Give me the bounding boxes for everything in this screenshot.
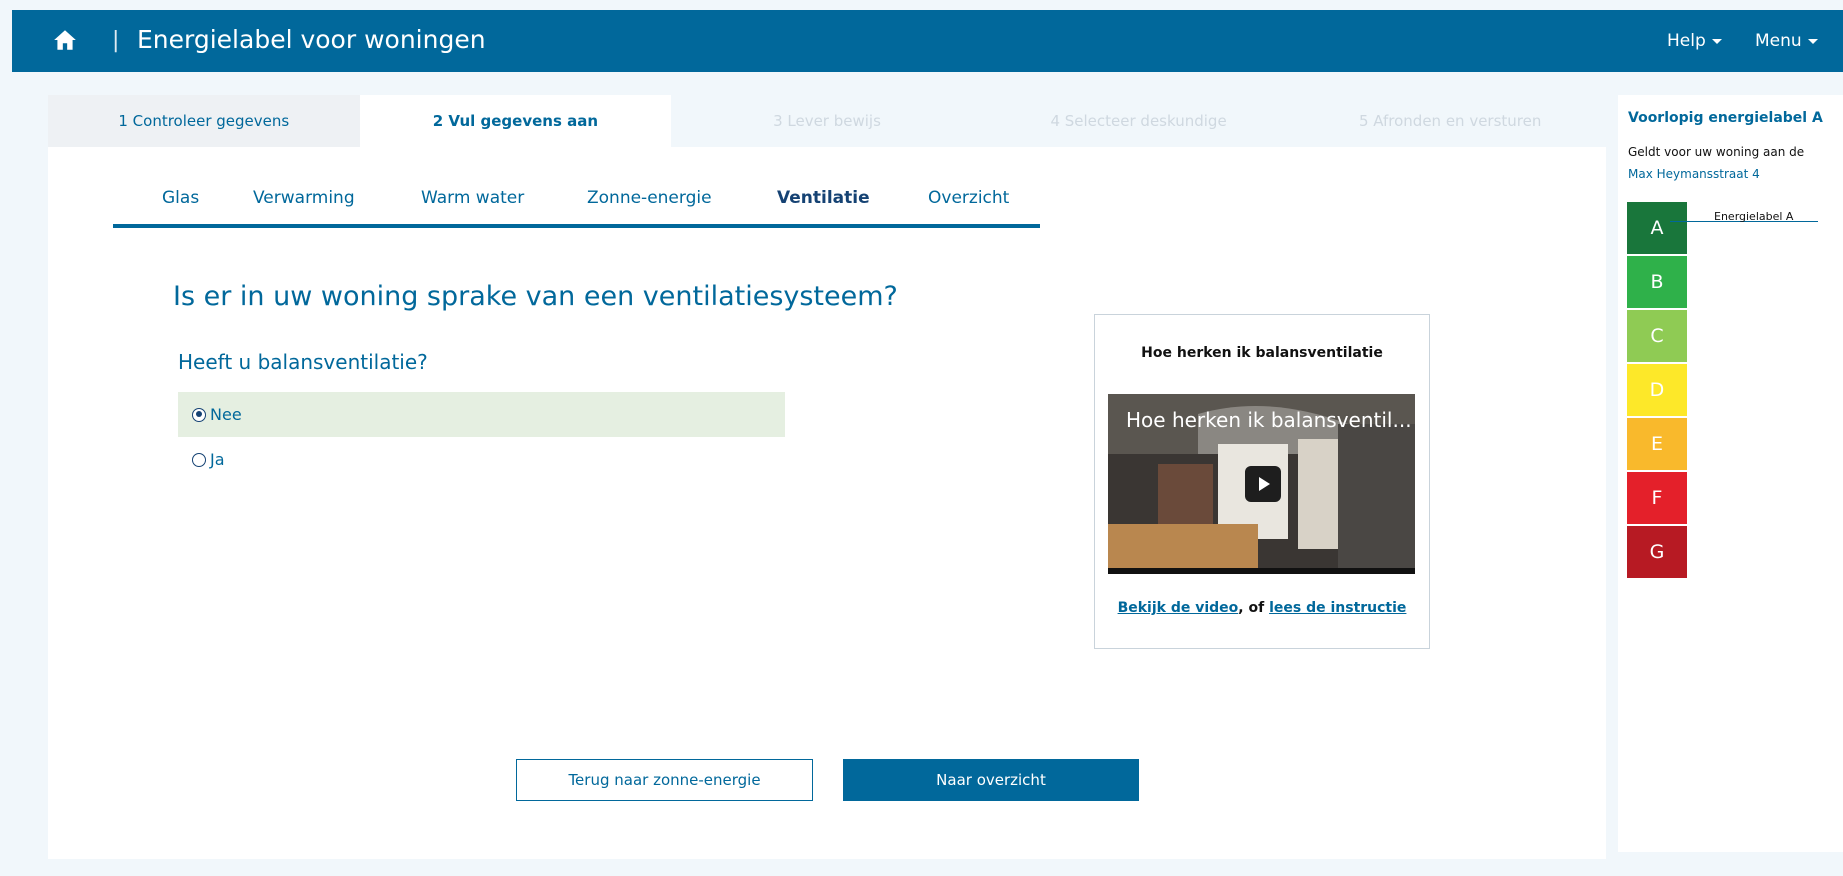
label-bar-e: E	[1627, 418, 1687, 470]
header-separator: |	[112, 28, 120, 53]
video-help-card: Hoe herken ik balansventilatie Hoe herke…	[1094, 314, 1430, 649]
balansventilatie-question: Heeft u balansventilatie?	[178, 350, 428, 374]
watch-video-link[interactable]: Bekijk de video	[1118, 600, 1239, 616]
back-button[interactable]: Terug naar zonne-energie	[516, 759, 813, 801]
address-text: Max Heymansstraat 4	[1628, 167, 1760, 181]
option-nee[interactable]: Nee	[178, 392, 785, 437]
video-thumbnail[interactable]: Hoe herken ik balansventil...	[1108, 394, 1415, 574]
label-bar-a: A	[1627, 202, 1687, 254]
tab-glas[interactable]: Glas	[162, 188, 199, 208]
label-bar-g: G	[1627, 526, 1687, 578]
help-menu-button[interactable]: Help	[1667, 31, 1722, 51]
energy-label-panel: Voorlopig energielabel A Geldt voor uw w…	[1618, 95, 1843, 852]
tab-overzicht[interactable]: Overzicht	[928, 188, 1009, 208]
tab-warm-water[interactable]: Warm water	[421, 188, 524, 208]
option-nee-label: Nee	[210, 405, 242, 424]
chevron-down-icon	[1711, 38, 1722, 44]
read-instruction-link[interactable]: lees de instructie	[1269, 600, 1406, 616]
chevron-down-icon	[1807, 38, 1818, 44]
tab-verwarming[interactable]: Verwarming	[253, 188, 355, 208]
video-card-title: Hoe herken ik balansventilatie	[1141, 345, 1383, 361]
main-menu-button[interactable]: Menu	[1755, 31, 1818, 51]
radio-checked-icon[interactable]	[192, 407, 206, 422]
label-bar-b: B	[1627, 256, 1687, 308]
energy-label-scale: A B C D E F G	[1627, 202, 1687, 580]
option-ja[interactable]: Ja	[178, 437, 785, 482]
page-question: Is er in uw woning sprake van een ventil…	[173, 281, 898, 312]
video-links: Bekijk de video, of lees de instructie	[1095, 600, 1429, 616]
menu-label: Menu	[1755, 31, 1802, 51]
subtab-bar: Glas Verwarming Warm water Zonne-energie…	[113, 188, 1040, 228]
tab-zonne-energie[interactable]: Zonne-energie	[587, 188, 712, 208]
help-label: Help	[1667, 31, 1706, 51]
main-panel: 1 Controleer gegevens 2 Vul gegevens aan…	[48, 95, 1606, 859]
step-1-controleer-gegevens[interactable]: 1 Controleer gegevens	[48, 95, 360, 147]
step-5-afronden-en-versturen: 5 Afronden en versturen	[1294, 95, 1606, 147]
radio-unchecked-icon[interactable]	[192, 452, 206, 467]
step-4-selecteer-deskundige: 4 Selecteer deskundige	[982, 95, 1295, 147]
label-bar-c: C	[1627, 310, 1687, 362]
video-links-separator: , of	[1238, 600, 1265, 616]
next-button[interactable]: Naar overzicht	[843, 759, 1139, 801]
app-title: Energielabel voor woningen	[137, 25, 486, 54]
provisional-label-title: Voorlopig energielabel A	[1628, 110, 1823, 126]
tab-ventilatie[interactable]: Ventilatie	[777, 188, 870, 208]
step-3-lever-bewijs: 3 Lever bewijs	[671, 95, 983, 147]
step-progress: 1 Controleer gegevens 2 Vul gegevens aan…	[48, 95, 1606, 147]
current-label-text: Energielabel A	[1714, 210, 1794, 223]
option-ja-label: Ja	[210, 450, 225, 469]
label-bar-d: D	[1627, 364, 1687, 416]
video-caption: Hoe herken ik balansventil...	[1126, 408, 1412, 432]
home-icon[interactable]	[52, 27, 78, 53]
applies-to-text: Geldt voor uw woning aan de	[1628, 145, 1805, 159]
top-bar: | Energielabel voor woningen Help Menu	[12, 10, 1843, 72]
step-2-vul-gegevens-aan[interactable]: 2 Vul gegevens aan	[359, 95, 672, 147]
play-icon[interactable]	[1245, 466, 1281, 502]
label-bar-f: F	[1627, 472, 1687, 524]
